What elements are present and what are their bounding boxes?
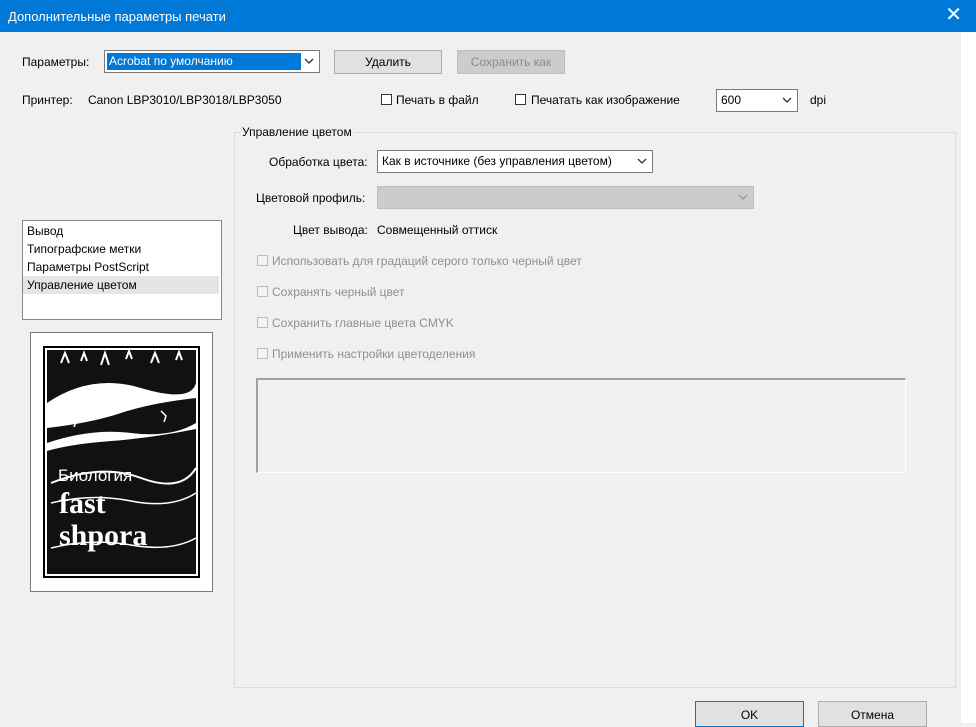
printer-name: Canon LBP3010/LBP3018/LBP3050: [88, 93, 282, 107]
color-handling-label: Обработка цвета:: [269, 155, 368, 169]
color-profile-select[interactable]: [377, 186, 754, 209]
preserve-cmyk-label: Сохранить главные цвета CMYK: [272, 316, 454, 330]
params-select[interactable]: Acrobat по умолчанию: [104, 50, 320, 73]
window-title: Дополнительные параметры печати: [8, 9, 226, 24]
description-box: [256, 378, 906, 473]
chevron-down-icon: [738, 194, 748, 200]
dpi-select-value: 600: [721, 93, 742, 107]
dpi-unit: dpi: [810, 93, 827, 107]
window-edge: [961, 32, 976, 723]
section-list[interactable]: Вывод Типографские метки Параметры PostS…: [22, 220, 222, 320]
preview-word-fast: fast: [59, 487, 106, 520]
preserve-black-checkbox[interactable]: [257, 286, 268, 297]
output-color-label: Цвет вывода:: [293, 223, 368, 237]
preview-title: Биология: [58, 466, 132, 485]
title-bar: Дополнительные параметры печати ✕: [0, 0, 976, 32]
print-to-file-checkbox[interactable]: [381, 94, 392, 105]
page-preview: Биология fast shpora: [30, 332, 213, 592]
ok-button[interactable]: OK: [695, 701, 804, 727]
color-handling-value: Как в источнике (без управления цветом): [382, 154, 612, 168]
output-color-value: Совмещенный оттиск: [377, 223, 498, 237]
params-label: Параметры:: [22, 55, 90, 69]
section-item-color[interactable]: Управление цветом: [23, 276, 219, 294]
section-item-postscript[interactable]: Параметры PostScript: [27, 260, 149, 274]
printer-label: Принтер:: [22, 93, 73, 107]
color-group-title: Управление цветом: [240, 125, 354, 139]
gray-black-only-checkbox[interactable]: [257, 255, 268, 266]
apply-separation-label: Применить настройки цветоделения: [272, 347, 476, 361]
color-profile-label: Цветовой профиль:: [256, 191, 366, 205]
chevron-down-icon: [304, 58, 314, 64]
print-as-image-checkbox[interactable]: [515, 94, 526, 105]
section-item-marks[interactable]: Типографские метки: [27, 242, 141, 256]
chevron-down-icon: [637, 158, 647, 164]
delete-button-label: Удалить: [365, 55, 411, 69]
params-select-value: Acrobat по умолчанию: [109, 54, 233, 68]
preserve-cmyk-checkbox[interactable]: [257, 317, 268, 328]
chevron-down-icon: [782, 97, 792, 103]
dpi-select[interactable]: 600: [716, 89, 798, 112]
ok-button-label: OK: [740, 708, 759, 722]
save-as-button[interactable]: Сохранить как: [457, 50, 565, 74]
preview-word-shpora: shpora: [59, 519, 147, 552]
color-handling-select[interactable]: Как в источнике (без управления цветом): [377, 150, 653, 173]
gray-black-only-label: Использовать для градаций серого только …: [272, 254, 582, 268]
print-as-image-label: Печатать как изображение: [531, 93, 680, 107]
delete-button[interactable]: Удалить: [334, 50, 442, 74]
preserve-black-label: Сохранять черный цвет: [272, 285, 405, 299]
cancel-button[interactable]: Отмена: [818, 701, 927, 727]
apply-separation-checkbox[interactable]: [257, 348, 268, 359]
cover-illustration: Биология fast shpora: [43, 346, 200, 578]
section-item-output[interactable]: Вывод: [27, 224, 63, 238]
close-icon[interactable]: ✕: [945, 2, 962, 27]
print-to-file-label: Печать в файл: [396, 93, 479, 107]
save-as-button-label: Сохранить как: [470, 55, 552, 69]
cancel-button-label: Отмена: [850, 708, 895, 722]
